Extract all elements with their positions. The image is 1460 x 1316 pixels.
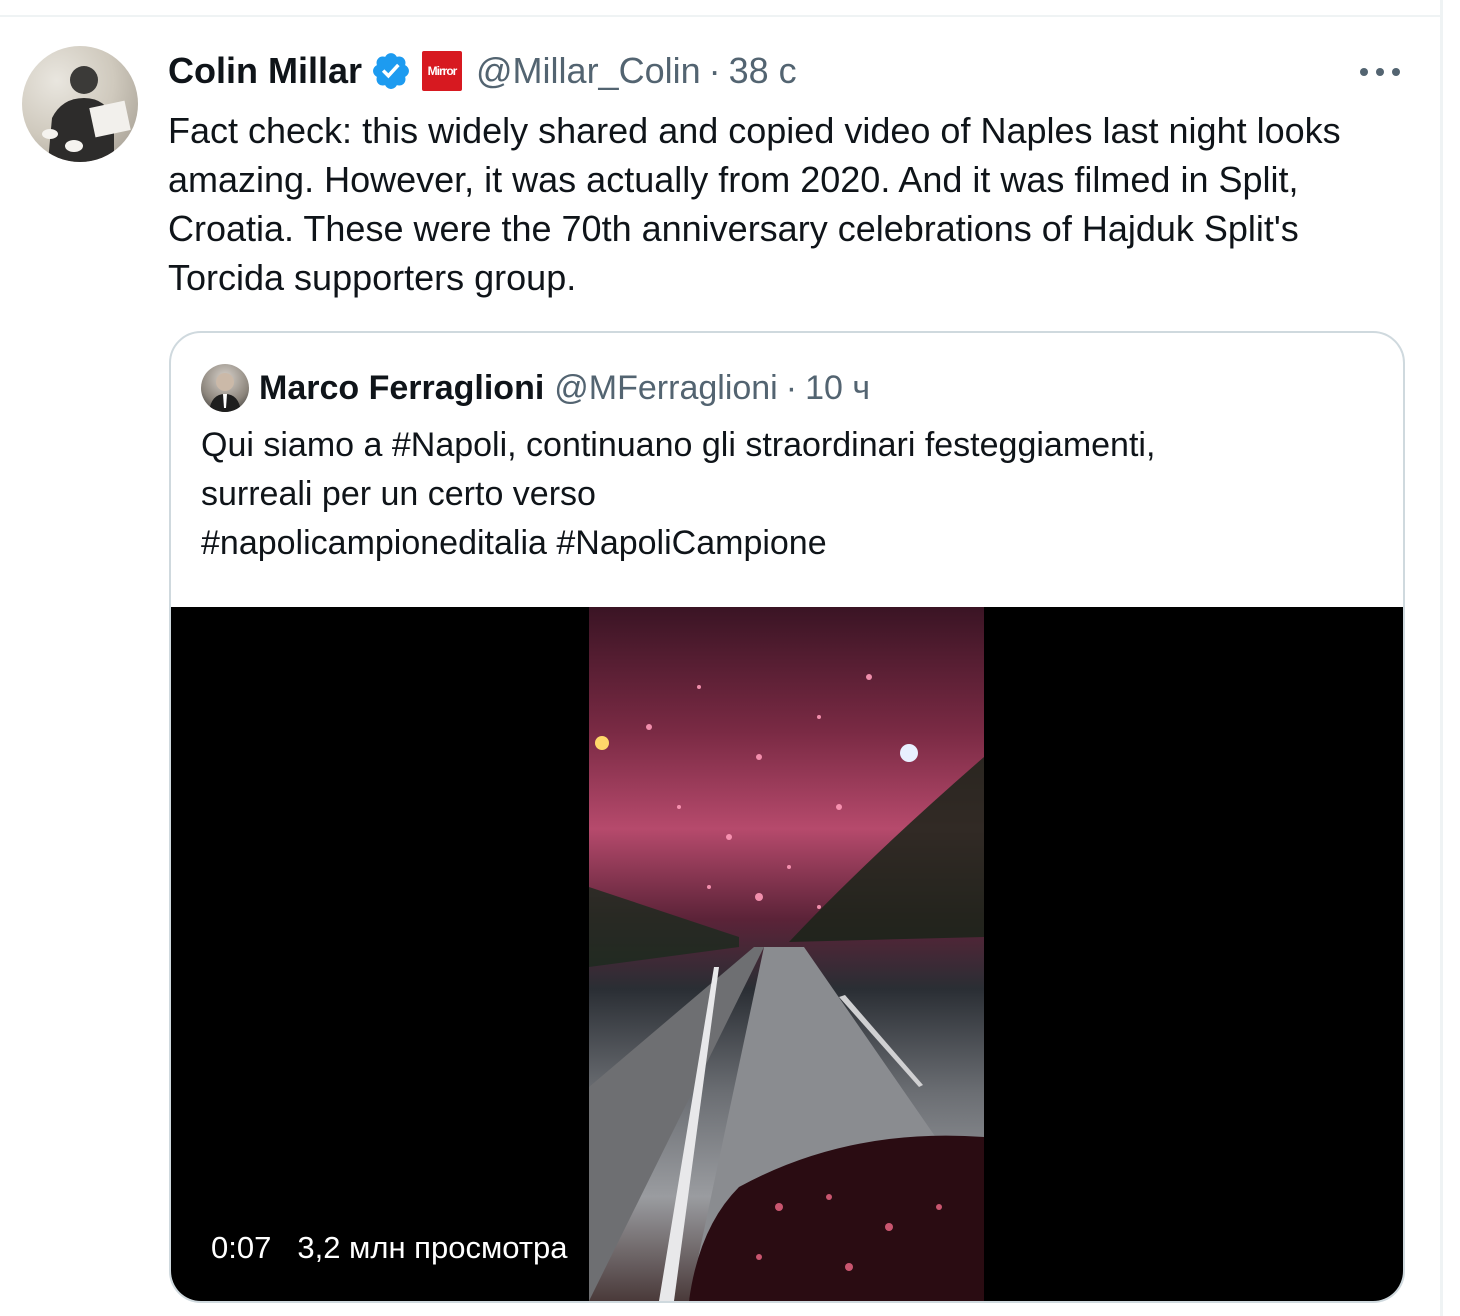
quoted-tweet-card[interactable]: Marco Ferraglioni @MFerraglioni · 10 ч Q… bbox=[169, 331, 1405, 1303]
quoted-author-name: Marco Ferraglioni bbox=[259, 368, 545, 407]
quoted-text-line: Qui siamo a #Napoli, continuano gli stra… bbox=[201, 426, 1156, 464]
video-meta-overlay: 0:07 3,2 млн просмотра bbox=[197, 1223, 578, 1273]
quoted-tweet-time: 10 ч bbox=[805, 368, 871, 407]
tweet-time[interactable]: 38 с bbox=[729, 50, 797, 92]
header-separator: · bbox=[708, 50, 721, 91]
video-player[interactable]: 0:07 3,2 млн просмотра bbox=[171, 607, 1403, 1301]
quoted-tweet-header: Marco Ferraglioni @MFerraglioni · 10 ч bbox=[201, 363, 870, 413]
quoted-author-avatar bbox=[201, 364, 249, 412]
author-avatar[interactable] bbox=[22, 46, 138, 162]
org-badge-text: Mirror bbox=[427, 64, 458, 78]
org-affiliation-badge[interactable]: Mirror bbox=[422, 51, 463, 91]
more-options-icon[interactable] bbox=[1360, 62, 1400, 82]
video-duration: 0:07 bbox=[211, 1230, 272, 1265]
right-divider bbox=[1440, 0, 1443, 1316]
video-view-count: 3,2 млн просмотра bbox=[297, 1230, 568, 1265]
quoted-text-hashtags: #napolicampioneditalia #NapoliCampione bbox=[201, 524, 827, 562]
quoted-author-handle: @MFerraglioni bbox=[554, 368, 778, 407]
author-handle[interactable]: @Millar_Colin bbox=[476, 50, 701, 92]
quoted-text-line: surreali per un certo verso bbox=[201, 475, 596, 513]
quoted-tweet-text: Qui siamo a #Napoli, continuano gli stra… bbox=[201, 421, 1381, 568]
tweet-text: Fact check: this widely shared and copie… bbox=[168, 110, 1341, 298]
quoted-header-separator: · bbox=[785, 368, 798, 407]
top-divider bbox=[0, 15, 1442, 17]
video-thumbnail bbox=[589, 607, 984, 1301]
verified-badge-icon bbox=[373, 53, 409, 89]
tweet-header: Colin Millar Mirror @Millar_Colin · 38 с bbox=[168, 44, 797, 98]
author-name[interactable]: Colin Millar bbox=[168, 50, 362, 92]
